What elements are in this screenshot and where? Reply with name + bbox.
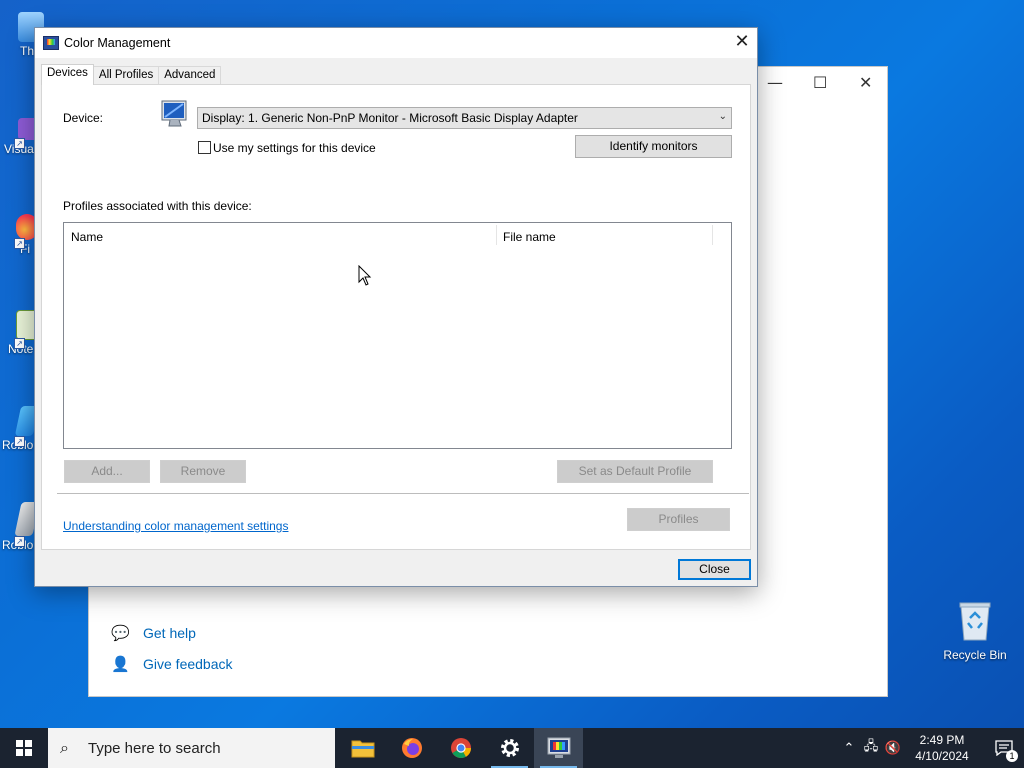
desktop-icon-label: Th — [19, 44, 34, 58]
clock-date: 4/10/2024 — [915, 749, 969, 763]
add-button[interactable]: Add... — [64, 460, 150, 483]
clock-time: 2:49 PM — [919, 733, 965, 747]
feedback-person-icon: 👤 — [111, 655, 130, 673]
monitor-icon — [161, 100, 189, 130]
tab-advanced[interactable]: Advanced — [158, 66, 222, 85]
dialog-titlebar[interactable]: Color Management ✕ — [35, 28, 757, 58]
shortcut-arrow-icon: ↗ — [14, 536, 25, 547]
tab-devices[interactable]: Devices — [41, 64, 94, 85]
close-button[interactable]: Close — [678, 559, 751, 580]
device-dropdown[interactable]: Display: 1. Generic Non-PnP Monitor - Mi… — [197, 107, 732, 129]
give-feedback-label: Give feedback — [143, 656, 233, 672]
color-management-dialog: Color Management ✕ Devices All Profiles … — [34, 27, 758, 587]
taskbar-firefox[interactable] — [387, 728, 436, 768]
identify-monitors-button[interactable]: Identify monitors — [575, 135, 732, 158]
use-my-settings-label[interactable]: Use my settings for this device — [213, 141, 376, 155]
column-header-name[interactable]: Name — [71, 230, 103, 244]
maximize-icon[interactable]: ☐ — [813, 73, 827, 92]
get-help-link[interactable]: 💬 Get help — [111, 624, 196, 642]
minimize-icon[interactable]: — — [767, 73, 783, 92]
file-explorer-icon — [351, 740, 374, 758]
profiles-associated-label: Profiles associated with this device: — [63, 199, 252, 213]
close-icon[interactable]: ✕ — [859, 73, 872, 92]
column-header-file-name[interactable]: File name — [503, 230, 556, 244]
shortcut-arrow-icon: ↗ — [14, 436, 25, 447]
set-default-profile-button[interactable]: Set as Default Profile — [557, 460, 713, 483]
mouse-cursor-icon — [358, 264, 372, 286]
firefox-icon — [401, 738, 422, 758]
remove-button[interactable]: Remove — [160, 460, 246, 483]
get-help-label: Get help — [143, 625, 196, 641]
profiles-button[interactable]: Profiles — [627, 508, 730, 531]
shortcut-arrow-icon: ↗ — [14, 338, 25, 349]
divider — [57, 493, 749, 494]
notification-count-badge: 1 — [1006, 750, 1018, 762]
device-label: Device: — [63, 111, 104, 125]
profiles-list[interactable]: Name File name — [63, 222, 732, 449]
network-icon[interactable]: 🖧 — [860, 737, 882, 759]
tab-all-profiles[interactable]: All Profiles — [92, 66, 160, 85]
column-divider[interactable] — [496, 225, 497, 245]
settings-gear-icon — [500, 739, 519, 757]
dialog-title: Color Management — [64, 36, 171, 50]
use-my-settings-checkbox[interactable] — [198, 141, 211, 154]
desktop-icon-recycle-bin[interactable]: Recycle Bin — [940, 600, 1010, 662]
give-feedback-link[interactable]: 👤 Give feedback — [111, 655, 233, 673]
search-icon: ⌕ — [60, 738, 69, 757]
column-divider[interactable] — [712, 225, 713, 245]
taskbar-search-box[interactable]: ⌕ Type here to search — [48, 728, 335, 768]
chevron-up-icon[interactable]: ⌃ — [838, 741, 860, 756]
help-chat-icon: 💬 — [111, 624, 130, 642]
shortcut-arrow-icon: ↗ — [14, 138, 25, 149]
system-tray: ⌃ 🖧 🔇 2:49 PM 4/10/2024 1 — [838, 728, 1024, 768]
color-management-icon — [43, 36, 59, 50]
chrome-icon — [450, 738, 471, 759]
chevron-down-icon: ⌄ — [718, 111, 727, 122]
recycle-bin-icon — [958, 600, 992, 642]
close-icon[interactable]: ✕ — [727, 28, 757, 58]
tab-strip: Devices All Profiles Advanced — [41, 64, 222, 85]
volume-muted-icon[interactable]: 🔇 — [882, 741, 904, 756]
device-dropdown-value: Display: 1. Generic Non-PnP Monitor - Mi… — [202, 111, 578, 125]
taskbar-file-explorer[interactable] — [338, 728, 387, 768]
windows-logo-icon — [16, 740, 32, 756]
devices-tab-panel: Device: Display: 1. Generic Non-PnP Moni… — [41, 84, 751, 550]
taskbar-settings[interactable] — [485, 728, 534, 768]
list-header: Name File name — [64, 223, 731, 249]
recycle-bin-label: Recycle Bin — [943, 648, 1007, 662]
taskbar-chrome[interactable] — [436, 728, 485, 768]
action-center-button[interactable]: 1 — [984, 728, 1024, 768]
understanding-color-management-link[interactable]: Understanding color management settings — [63, 519, 288, 533]
start-button[interactable] — [0, 728, 48, 768]
taskbar-color-management[interactable] — [534, 728, 583, 768]
color-management-icon — [547, 737, 570, 758]
clock[interactable]: 2:49 PM 4/10/2024 — [910, 732, 974, 764]
search-placeholder: Type here to search — [88, 739, 221, 757]
shortcut-arrow-icon: ↗ — [14, 238, 25, 249]
taskbar: ⌕ Type here to search ⌃ 🖧 🔇 2:49 PM 4/10… — [0, 728, 1024, 768]
